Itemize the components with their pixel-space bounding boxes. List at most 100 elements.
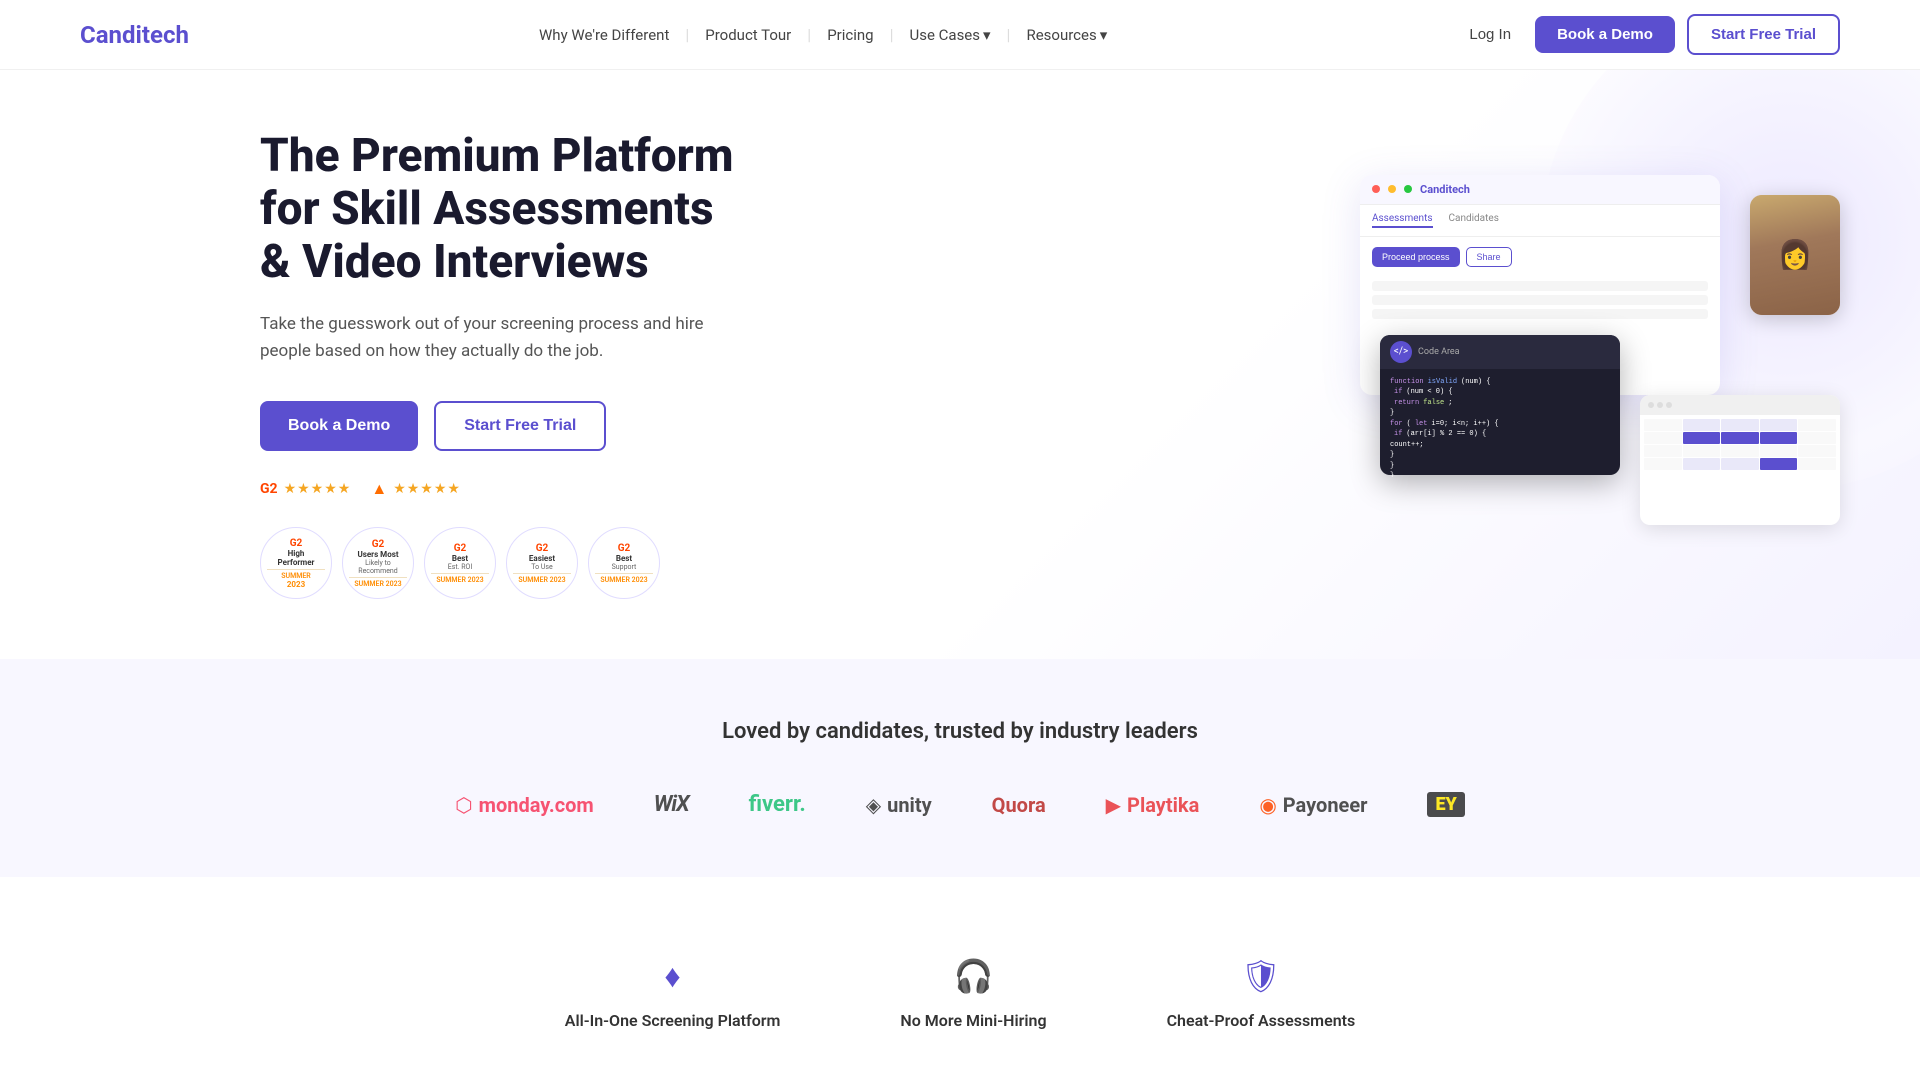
payoneer-label: Payoneer [1283, 793, 1368, 817]
logo-fiverr: fiverr. [749, 792, 806, 817]
tab-candidates[interactable]: Candidates [1449, 213, 1499, 228]
hero-content: The Premium Platform for Skill Assessmen… [260, 130, 740, 599]
cell-5 [1798, 419, 1836, 431]
features-section: ♦ All-In-One Screening Platform 🎧 No Mor… [0, 877, 1920, 1070]
cell-4 [1760, 419, 1798, 431]
logo-wix: WiX [654, 792, 689, 817]
trusted-section: Loved by candidates, trusted by industry… [0, 659, 1920, 877]
badge-high-performer: G2 High Performer SUMMER 2023 [260, 527, 332, 599]
cell-3 [1721, 419, 1759, 431]
quora-label: Quora [992, 793, 1046, 817]
navbar: Canditech Why We're Different | Product … [0, 0, 1920, 70]
code-title: Code Area [1418, 347, 1460, 357]
code-window: </> Code Area function isValid(num) { if… [1380, 335, 1620, 475]
hero-title: The Premium Platform for Skill Assessmen… [260, 130, 740, 289]
cell-20 [1798, 458, 1836, 470]
unity-icon: ◈ [866, 793, 881, 817]
window-dot-red [1372, 185, 1380, 193]
badge-best-roi: G2 Best Est. ROI SUMMER 2023 [424, 527, 496, 599]
cell-14 [1760, 445, 1798, 457]
logos-row: ⬡ monday.com WiX fiverr. ◈ unity Quora ▶… [80, 792, 1840, 817]
nav-trial-button[interactable]: Start Free Trial [1687, 14, 1840, 55]
use-cases-chevron-icon: ▾ [983, 26, 991, 44]
playtika-label: Playtika [1127, 793, 1199, 817]
feature-no-more: 🎧 No More Mini-Hiring [900, 957, 1046, 1030]
logo[interactable]: Canditech [80, 21, 189, 49]
logo-ey: EY [1427, 792, 1464, 817]
headset-icon: 🎧 [954, 957, 994, 995]
cell-13 [1721, 445, 1759, 457]
cell-18 [1721, 458, 1759, 470]
nav-use-cases[interactable]: Use Cases ▾ [900, 20, 1001, 50]
app-table [1360, 281, 1720, 319]
sheet-dot-3 [1666, 402, 1672, 408]
nav-product-tour[interactable]: Product Tour [695, 20, 801, 50]
monday-icon: ⬡ [455, 793, 472, 817]
app-window-actions: Proceed process Share [1360, 237, 1720, 277]
g2-stars: ★★★★★ [284, 481, 352, 497]
resources-chevron-icon: ▾ [1100, 26, 1108, 44]
hero-demo-button[interactable]: Book a Demo [260, 401, 418, 451]
cell-12 [1683, 445, 1721, 457]
g2-logo: G2 [260, 481, 278, 497]
sheet-grid [1640, 415, 1840, 474]
badge-best-support: G2 Best Support SUMMER 2023 [588, 527, 660, 599]
unity-label: unity [887, 793, 932, 817]
tab-assessments[interactable]: Assessments [1372, 213, 1433, 228]
nav-pricing[interactable]: Pricing [817, 20, 883, 50]
cell-7 [1683, 432, 1721, 444]
nav-why-different[interactable]: Why We're Different [529, 20, 679, 50]
feature-cheat-proof-label: Cheat-Proof Assessments [1167, 1011, 1356, 1030]
fiverr-label: fiverr. [749, 792, 806, 817]
video-bubble: 👩 [1750, 195, 1840, 315]
feature-cheat-proof: 🛡 Cheat-Proof Assessments [1167, 957, 1356, 1030]
cell-11 [1644, 445, 1682, 457]
cell-15 [1798, 445, 1836, 457]
badge-most-likely: G2 Users Most Likely to Recommend SUMMER… [342, 527, 414, 599]
nav-sep-4: | [1007, 25, 1011, 44]
cell-8 [1721, 432, 1759, 444]
feature-all-in-one-label: All-In-One Screening Platform [565, 1011, 781, 1030]
ey-label: EY [1427, 792, 1464, 817]
capterra-rating: ▲ ★★★★★ [371, 479, 461, 499]
hero-badges: G2 High Performer SUMMER 2023 G2 Users M… [260, 527, 740, 599]
diamond-icon: ♦ [664, 957, 680, 995]
logo-payoneer: ◉ Payoneer [1259, 793, 1367, 817]
logo-quora: Quora [992, 793, 1046, 817]
nav-links: Why We're Different | Product Tour | Pri… [529, 20, 1117, 50]
logo-unity: ◈ unity [866, 793, 932, 817]
cell-1 [1644, 419, 1682, 431]
sheet-dot-1 [1648, 402, 1654, 408]
nav-sep-1: | [685, 25, 689, 44]
hero-cta-buttons: Book a Demo Start Free Trial [260, 401, 740, 451]
login-button[interactable]: Log In [1457, 18, 1523, 51]
nav-resources[interactable]: Resources ▾ [1016, 20, 1117, 50]
window-dot-green [1404, 185, 1412, 193]
cell-2 [1683, 419, 1721, 431]
monday-label: monday.com [479, 793, 594, 817]
features-icons: ♦ All-In-One Screening Platform 🎧 No Mor… [80, 957, 1840, 1030]
playtika-icon: ▶ [1106, 793, 1121, 817]
window-dot-yellow [1388, 185, 1396, 193]
proceed-button[interactable]: Proceed process [1372, 247, 1460, 267]
trusted-title: Loved by candidates, trusted by industry… [80, 719, 1840, 744]
nav-actions: Log In Book a Demo Start Free Trial [1457, 14, 1840, 55]
cell-17 [1683, 458, 1721, 470]
code-body: function isValid(num) { if (num < 0) { r… [1380, 369, 1620, 477]
capterra-logo-icon: ▲ [371, 479, 387, 499]
video-person: 👩 [1750, 195, 1840, 315]
code-icon: </> [1390, 341, 1412, 363]
hero-trial-button[interactable]: Start Free Trial [434, 401, 606, 451]
capterra-stars: ★★★★★ [393, 481, 461, 497]
app-window-tabs: Assessments Candidates [1360, 205, 1720, 237]
logo-monday: ⬡ monday.com [455, 793, 594, 817]
nav-demo-button[interactable]: Book a Demo [1535, 16, 1675, 53]
cell-6 [1644, 432, 1682, 444]
cell-19 [1760, 458, 1798, 470]
cell-16 [1644, 458, 1682, 470]
shield-icon: 🛡 [1241, 957, 1282, 995]
cell-10 [1798, 432, 1836, 444]
hero-ratings: G2 ★★★★★ ▲ ★★★★★ [260, 479, 740, 499]
code-titlebar: </> Code Area [1380, 335, 1620, 369]
share-button[interactable]: Share [1466, 247, 1512, 267]
